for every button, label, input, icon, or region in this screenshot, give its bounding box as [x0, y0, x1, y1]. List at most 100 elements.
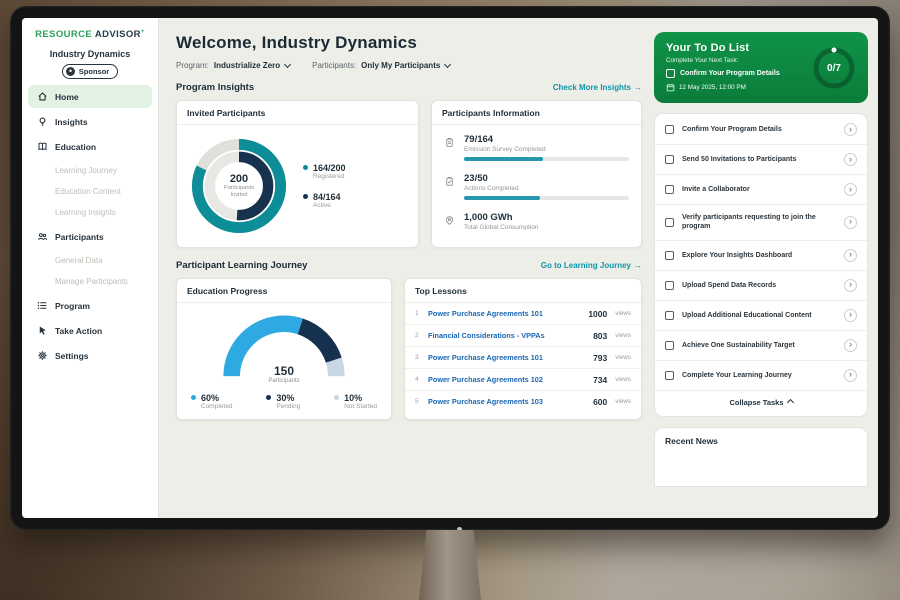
chevron-right-icon[interactable]: ›	[844, 153, 857, 166]
chevron-right-icon[interactable]: ›	[844, 123, 857, 136]
sidebar-item-label: Participants	[55, 232, 104, 242]
lesson-row: 4 Power Purchase Agreements 102 734 view…	[405, 369, 641, 391]
sidebar-item-manage-participants[interactable]: Manage Participants	[28, 271, 152, 292]
sidebar-item-settings[interactable]: Settings	[28, 344, 152, 367]
chevron-right-icon[interactable]: ›	[844, 249, 857, 262]
legend-dot	[303, 165, 308, 170]
sidebar-item-label: Insights	[55, 117, 88, 127]
progress-bar	[464, 196, 629, 200]
monitor-bezel: RESOURCE ADVISOR+ Industry Dynamics Spon…	[10, 6, 890, 530]
sidebar-item-label: Program	[55, 301, 90, 311]
collapse-tasks-button[interactable]: Collapse Tasks	[655, 391, 867, 415]
task-checkbox[interactable]	[665, 371, 674, 380]
sidebar-item-program[interactable]: Program	[28, 294, 152, 317]
actions-icon	[444, 173, 456, 200]
sidebar-item-learning-journey[interactable]: Learning Journey	[28, 160, 152, 181]
lesson-link[interactable]: Power Purchase Agreements 102	[428, 375, 586, 384]
task-checkbox[interactable]	[665, 155, 674, 164]
stat-label: Total Global Consumption	[464, 224, 629, 231]
app-logo: RESOURCE ADVISOR+	[22, 29, 158, 40]
chevron-right-icon[interactable]: ›	[844, 339, 857, 352]
stat-row: 23/50 Actions Completed	[444, 173, 629, 200]
sidebar-item-home[interactable]: Home	[28, 85, 152, 108]
lesson-row: 3 Power Purchase Agreements 101 793 view…	[405, 347, 641, 369]
sidebar-item-education-content[interactable]: Education Content	[28, 181, 152, 202]
chevron-down-icon	[444, 61, 451, 68]
desk-background: RESOURCE ADVISOR+ Industry Dynamics Spon…	[0, 0, 900, 600]
sidebar-item-participants[interactable]: Participants	[28, 225, 152, 248]
task-checkbox[interactable]	[665, 125, 674, 134]
stat-row: 79/164 Emission Survey Completed	[444, 134, 629, 161]
lesson-link[interactable]: Power Purchase Agreements 101	[428, 353, 586, 362]
logo-secondary: ADVISOR	[95, 29, 141, 40]
home-icon	[37, 91, 48, 102]
participants-filter[interactable]: Participants: Only My Participants	[312, 61, 450, 70]
legend-item: 164/200 Registered	[303, 163, 346, 180]
lesson-link[interactable]: Power Purchase Agreements 101	[428, 309, 581, 318]
donut-center-label: 200 Participants Invited	[187, 134, 291, 238]
main-content: Welcome, Industry Dynamics Program: Indu…	[159, 18, 654, 518]
task-checkbox[interactable]	[666, 69, 675, 78]
task-row[interactable]: Achieve One Sustainability Target ›	[655, 331, 867, 361]
sidebar: RESOURCE ADVISOR+ Industry Dynamics Spon…	[22, 18, 159, 518]
todo-panel: Your To Do List Complete Your Next Task:…	[654, 18, 878, 518]
go-to-learning-journey-link[interactable]: Go to Learning Journey →	[541, 261, 642, 270]
sidebar-item-take-action[interactable]: Take Action	[28, 319, 152, 342]
invited-participants-card: Invited Participants 200	[176, 100, 419, 248]
education-progress-card: Education Progress 150	[176, 278, 392, 420]
sponsor-badge-label: Sponsor	[79, 67, 109, 76]
legend-dot	[334, 395, 339, 400]
sidebar-item-learning-insights[interactable]: Learning Insights	[28, 202, 152, 223]
task-row[interactable]: Complete Your Learning Journey ›	[655, 361, 867, 391]
lessons-list: 1 Power Purchase Agreements 101 1000 vie…	[405, 303, 641, 412]
insights-icon	[37, 116, 48, 127]
education-icon	[37, 141, 48, 152]
chevron-right-icon[interactable]: ›	[844, 279, 857, 292]
task-checkbox[interactable]	[665, 251, 674, 260]
check-more-insights-link[interactable]: Check More Insights →	[553, 83, 642, 92]
sidebar-item-insights[interactable]: Insights	[28, 110, 152, 133]
task-row[interactable]: Send 50 Invitations to Participants ›	[655, 145, 867, 175]
task-checkbox[interactable]	[665, 218, 674, 227]
task-row[interactable]: Upload Additional Educational Content ›	[655, 301, 867, 331]
lesson-link[interactable]: Power Purchase Agreements 103	[428, 397, 586, 406]
sidebar-item-general-data[interactable]: General Data	[28, 250, 152, 271]
sidebar-item-label: Settings	[55, 351, 89, 361]
legend-item: 84/164 Active	[303, 192, 346, 209]
chevron-right-icon[interactable]: ›	[844, 309, 857, 322]
lesson-link[interactable]: Financial Considerations - VPPAs	[428, 331, 586, 340]
chevron-down-icon	[284, 61, 291, 68]
top-lessons-card: Top Lessons 1 Power Purchase Agreements …	[404, 278, 642, 420]
task-row[interactable]: Upload Spend Data Records ›	[655, 271, 867, 301]
participants-information-card: Participants Information 79/164 Emission…	[431, 100, 642, 248]
participants-info-stats: 79/164 Emission Survey Completed	[432, 125, 641, 231]
task-row[interactable]: Explore Your Insights Dashboard ›	[655, 241, 867, 271]
arrow-right-icon: →	[634, 83, 642, 92]
calendar-icon	[666, 83, 675, 92]
task-row[interactable]: Confirm Your Program Details ›	[655, 115, 867, 145]
card-title: Top Lessons	[405, 279, 641, 303]
task-row[interactable]: Verify participants requesting to join t…	[655, 205, 867, 241]
program-filter[interactable]: Program: Industrialize Zero	[176, 61, 290, 70]
location-icon	[444, 212, 456, 231]
task-row[interactable]: Invite a Collaborator ›	[655, 175, 867, 205]
task-checkbox[interactable]	[665, 311, 674, 320]
task-checkbox[interactable]	[665, 281, 674, 290]
legend-dot	[191, 395, 196, 400]
sidebar-item-education[interactable]: Education	[28, 135, 152, 158]
chevron-right-icon[interactable]: ›	[844, 216, 857, 229]
donut-legend: 164/200 Registered 84/164 Active	[303, 163, 346, 210]
gauge-legend: 60% Completed 30% Pending	[187, 385, 381, 410]
next-task: Confirm Your Program Details	[666, 69, 798, 78]
legend-item: 10% Not Started	[334, 393, 377, 410]
sidebar-item-label: Take Action	[55, 326, 102, 336]
participants-filter-label: Participants:	[312, 61, 356, 70]
chevron-right-icon[interactable]: ›	[844, 183, 857, 196]
monitor-stand	[419, 530, 481, 600]
task-checkbox[interactable]	[665, 185, 674, 194]
task-checkbox[interactable]	[665, 341, 674, 350]
todo-summary-card: Your To Do List Complete Your Next Task:…	[654, 32, 868, 103]
stat-value: 23/50	[464, 173, 629, 184]
invited-donut-chart: 200 Participants Invited 164/200 Registe	[177, 125, 418, 247]
chevron-right-icon[interactable]: ›	[844, 369, 857, 382]
